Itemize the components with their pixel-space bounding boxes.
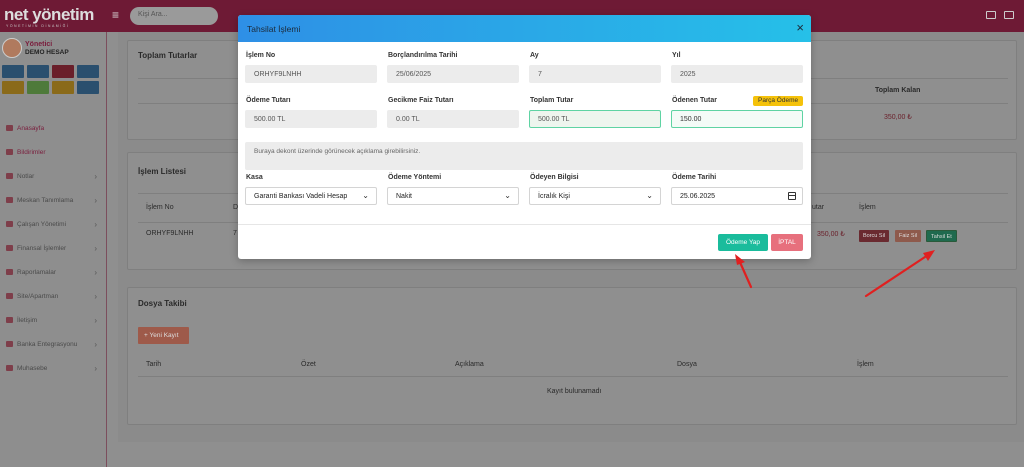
arrow-to-collect-button <box>864 250 935 298</box>
annotation-arrows <box>735 250 935 298</box>
arrow-to-pay-button <box>735 254 753 289</box>
